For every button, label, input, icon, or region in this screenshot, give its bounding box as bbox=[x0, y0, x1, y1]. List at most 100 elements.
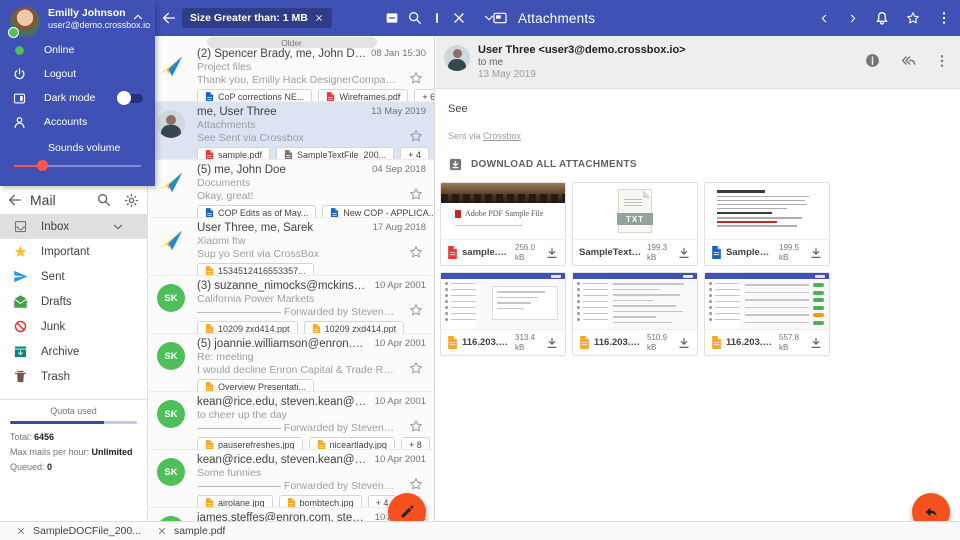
menu-item-logout[interactable]: Logout bbox=[0, 62, 155, 86]
crossbox-link[interactable]: Crossbox bbox=[483, 131, 521, 141]
sidebar-item-drafts[interactable]: Drafts bbox=[0, 289, 147, 314]
sidebar-item-sent[interactable]: Sent bbox=[0, 264, 147, 289]
download-all-button[interactable]: DOWNLOAD ALL ATTACHMENTS bbox=[448, 157, 637, 172]
prev-message-icon[interactable] bbox=[818, 12, 831, 25]
download-icon[interactable] bbox=[677, 336, 691, 350]
more-attachments-chip[interactable]: + 6 bbox=[414, 89, 434, 102]
chevron-down-icon[interactable] bbox=[110, 220, 126, 234]
list-back-button[interactable] bbox=[156, 0, 182, 36]
older-separator[interactable]: Older bbox=[207, 37, 377, 48]
attachment-chip[interactable]: 10209 zxd414.ppt bbox=[304, 321, 405, 334]
attachment-chip[interactable]: 10209 zxd414.ppt bbox=[197, 321, 298, 334]
star-icon[interactable] bbox=[408, 360, 424, 376]
sidebar-item-inbox[interactable]: Inbox bbox=[0, 214, 147, 239]
attachment-chip[interactable]: Wireframes.pdf bbox=[318, 89, 408, 102]
star-icon[interactable] bbox=[408, 476, 424, 492]
download-icon[interactable] bbox=[809, 246, 823, 260]
close-icon[interactable] bbox=[314, 13, 324, 23]
attachment-chip[interactable]: sample.pdf bbox=[197, 147, 270, 160]
email-preview: Thank you, Emilly Hack DesignerCompany n… bbox=[197, 74, 397, 86]
attachment-card[interactable]: SampleDOCFile_...199.5 kB bbox=[704, 182, 830, 266]
menu-item-dark-mode[interactable]: Dark mode bbox=[0, 86, 155, 110]
pdf-title-line: Adobe PDF Sample File bbox=[455, 209, 565, 218]
email-row[interactable]: 13 May 2019me, User ThreeAttachmentsSee … bbox=[149, 102, 434, 160]
email-row[interactable]: SK10 Apr 2001(3) suzanne_nimocks@mckinse… bbox=[149, 276, 434, 334]
attachment-chip[interactable]: COP Edits as of May... bbox=[197, 205, 316, 218]
attachment-card[interactable]: Adobe PDF Sample Filesample.pdf256.0 kB bbox=[440, 182, 566, 266]
star-icon[interactable] bbox=[408, 418, 424, 434]
message-to[interactable]: to me bbox=[478, 57, 503, 68]
close-icon[interactable] bbox=[157, 526, 167, 536]
quota-section: Quota used Total: 6456Max mails per hour… bbox=[0, 399, 147, 472]
next-message-icon[interactable] bbox=[846, 12, 859, 25]
doc-file-icon bbox=[711, 246, 722, 259]
attachment-chip[interactable]: bombtech.jpg bbox=[279, 495, 362, 508]
menu-item-accounts[interactable]: Accounts bbox=[0, 110, 155, 134]
attachment-card[interactable]: TXTSampleTextFile_20...199.3 kB bbox=[572, 182, 698, 266]
close-icon[interactable] bbox=[16, 526, 26, 536]
account-header[interactable]: Emilly Johnson user2@demo.crossbox.io bbox=[0, 0, 155, 38]
star-icon[interactable] bbox=[408, 244, 424, 260]
sidebar-back-icon[interactable] bbox=[0, 192, 30, 208]
pdf-sample-title: Adobe PDF Sample File bbox=[465, 209, 543, 218]
clear-filter-icon[interactable] bbox=[451, 10, 467, 26]
text-line bbox=[717, 225, 797, 227]
sidebar-item-archive[interactable]: Archive bbox=[0, 339, 147, 364]
more-attachments-chip[interactable]: + 8 bbox=[401, 437, 430, 450]
photo-avatar bbox=[157, 110, 185, 138]
menu-label: Dark mode bbox=[44, 92, 95, 104]
attachment-card[interactable]: 116.203.63.82_5...557.8 kB bbox=[704, 272, 830, 356]
attachment-card[interactable]: 116.203.63.82_5...510.9 kB bbox=[572, 272, 698, 356]
notifications-icon[interactable] bbox=[874, 10, 890, 26]
email-row[interactable]: 04 Sep 2018(5) me, John DoeDocumentsOkay… bbox=[149, 160, 434, 218]
chevron-up-icon[interactable] bbox=[131, 10, 145, 24]
download-icon[interactable] bbox=[545, 246, 559, 260]
attachment-chip[interactable]: Overview Presentati... bbox=[197, 379, 314, 392]
folder-label: Important bbox=[41, 246, 90, 258]
select-all-icon[interactable] bbox=[384, 10, 400, 26]
download-icon[interactable] bbox=[545, 336, 559, 350]
more-attachments-chip[interactable]: + 4 bbox=[400, 147, 429, 160]
settings-gear-icon[interactable] bbox=[124, 192, 139, 208]
download-icon[interactable] bbox=[809, 336, 823, 350]
attachment-chip[interactable]: airolane.jpg bbox=[197, 495, 273, 508]
star-icon[interactable] bbox=[408, 302, 424, 318]
menu-item-online[interactable]: Online bbox=[0, 38, 155, 62]
folder-search-icon[interactable] bbox=[96, 192, 112, 208]
email-row[interactable]: SK10 Apr 2001(5) joannie.williamson@enro… bbox=[149, 334, 434, 392]
star-icon[interactable] bbox=[408, 128, 424, 144]
filter-bar-icon[interactable] bbox=[430, 11, 444, 25]
text-line bbox=[717, 208, 787, 210]
attachment-chip[interactable]: CoP corrections NE... bbox=[197, 89, 312, 102]
email-row[interactable]: SK10 Apr 2001kean@rice.edu, steven.kean@… bbox=[149, 392, 434, 450]
attachment-chip[interactable]: New COP - APPLICA... bbox=[322, 205, 434, 218]
message-more-icon[interactable] bbox=[934, 53, 950, 69]
photo-strip bbox=[441, 183, 565, 203]
sidebar-item-trash[interactable]: Trash bbox=[0, 364, 147, 389]
sidebar-title: Mail bbox=[30, 192, 56, 208]
star-message-icon[interactable] bbox=[905, 10, 921, 26]
search-icon[interactable] bbox=[407, 10, 423, 26]
filter-chip[interactable]: Size Greater than: 1 MB bbox=[182, 8, 332, 28]
more-options-icon[interactable] bbox=[936, 10, 952, 26]
bottom-tab[interactable]: sample.pdf bbox=[157, 525, 225, 537]
slider-thumb[interactable] bbox=[37, 160, 48, 171]
email-senders: me, User Three bbox=[197, 106, 367, 118]
sidebar-item-important[interactable]: Important bbox=[0, 239, 147, 264]
dark-mode-toggle[interactable] bbox=[119, 94, 143, 103]
reply-all-icon[interactable] bbox=[899, 52, 916, 69]
star-icon[interactable] bbox=[408, 70, 424, 86]
download-icon[interactable] bbox=[677, 246, 691, 260]
attachment-chip[interactable]: SampleTextFile_200... bbox=[276, 147, 394, 160]
attachment-chip[interactable]: pauserefreshes.jpg bbox=[197, 437, 303, 450]
bottom-tab[interactable]: SampleDOCFile_200... bbox=[16, 525, 141, 537]
attachment-chip[interactable]: niceartlady.jpg bbox=[309, 437, 395, 450]
star-icon[interactable] bbox=[408, 186, 424, 202]
attachment-card[interactable]: 116.203.63.82_5...313.4 kB bbox=[440, 272, 566, 356]
email-row[interactable]: 17 Aug 2018User Three, me, SarekXiaomi f… bbox=[149, 218, 434, 276]
volume-slider[interactable] bbox=[14, 160, 141, 172]
sidebar-item-junk[interactable]: Junk bbox=[0, 314, 147, 339]
info-icon[interactable] bbox=[864, 52, 881, 69]
chip-label: bombtech.jpg bbox=[300, 498, 354, 508]
attachment-chip[interactable]: 1534512416553357... bbox=[197, 263, 314, 276]
